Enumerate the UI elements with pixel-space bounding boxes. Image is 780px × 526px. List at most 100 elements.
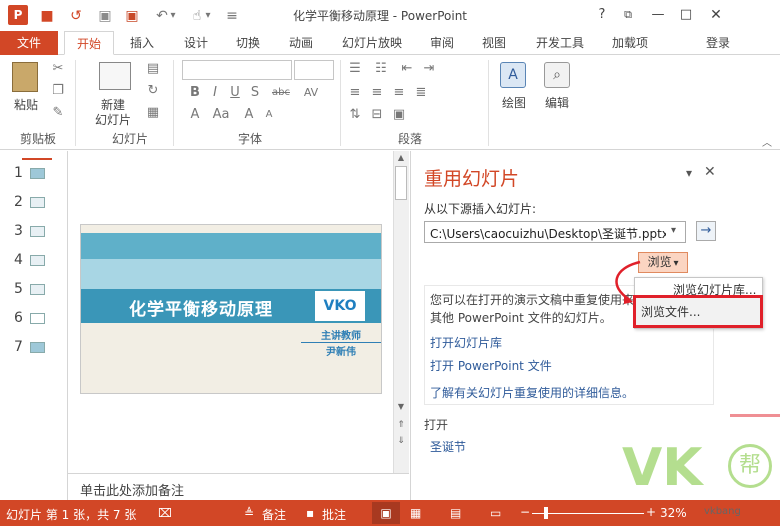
zoom-level[interactable]: 32% <box>660 506 687 520</box>
undo-dropdown-icon[interactable]: ▾ <box>168 6 178 26</box>
font-color-icon[interactable]: A <box>186 106 204 124</box>
presenter-name[interactable]: 尹新伟 <box>301 343 381 358</box>
start-slideshow-icon[interactable]: ▣ <box>95 6 115 26</box>
source-path-field[interactable]: C:\Users\caocuizhu\Desktop\圣诞节.pptx ▾ <box>424 221 686 243</box>
new-slide-icon[interactable] <box>99 62 131 90</box>
tab-developer[interactable]: 开发工具 <box>528 31 592 55</box>
tab-review[interactable]: 审阅 <box>422 31 462 55</box>
learn-more-link[interactable]: 了解有关幻灯片重复使用的详细信息。 <box>430 384 634 401</box>
next-slide-icon[interactable]: ⇓ <box>395 436 407 448</box>
char-spacing-icon[interactable]: AV <box>300 84 322 102</box>
align-text-icon[interactable]: ⊟ <box>368 106 386 124</box>
change-case-icon[interactable]: Aa <box>210 106 232 124</box>
paste-button[interactable]: 粘贴 <box>6 96 46 113</box>
format-painter-icon[interactable]: ✎ <box>49 104 67 122</box>
font-size-field[interactable] <box>294 60 334 80</box>
slideshow-icon[interactable]: ▭ <box>490 506 501 520</box>
slide-thumbnail[interactable] <box>30 313 45 324</box>
pane-close-icon[interactable]: ✕ <box>704 164 716 180</box>
comments-icon[interactable]: ▪ <box>306 506 314 520</box>
slide-sorter-icon[interactable]: ▦ <box>410 506 421 520</box>
scroll-up-icon[interactable]: ▲ <box>395 153 407 165</box>
numbering-icon[interactable]: ☷ <box>372 60 390 78</box>
drawing-button[interactable]: 绘图 <box>494 94 534 111</box>
notes-icon[interactable]: ≜ <box>244 506 254 520</box>
grow-font-icon[interactable]: A <box>240 106 258 124</box>
align-left-icon[interactable]: ≡ <box>346 84 364 102</box>
tab-slideshow[interactable]: 幻灯片放映 <box>337 31 407 55</box>
login-link[interactable]: 登录 <box>700 31 736 55</box>
zoom-in-icon[interactable]: + <box>646 505 656 519</box>
maximize-icon[interactable]: □ <box>674 4 698 26</box>
path-dropdown-icon[interactable]: ▾ <box>671 225 676 236</box>
justify-icon[interactable]: ≣ <box>412 84 430 102</box>
slide-thumbnail[interactable] <box>30 197 45 208</box>
shapes-icon[interactable]: A <box>500 62 526 88</box>
notes-button[interactable]: 备注 <box>262 506 286 523</box>
increase-indent-icon[interactable]: ⇥ <box>420 60 438 78</box>
bullets-icon[interactable]: ☰ <box>346 60 364 78</box>
slide-title[interactable]: 化学平衡移动原理 <box>91 295 311 320</box>
slide-thumbnail[interactable] <box>30 255 45 266</box>
go-arrow-icon[interactable]: → <box>696 221 716 241</box>
tab-design[interactable]: 设计 <box>176 31 216 55</box>
scrollbar-thumb[interactable] <box>395 166 407 200</box>
align-right-icon[interactable]: ≡ <box>390 84 408 102</box>
collapse-ribbon-icon[interactable]: ︿ <box>762 134 772 149</box>
strikethrough-icon[interactable]: abc <box>268 84 294 102</box>
zoom-slider[interactable] <box>532 513 644 514</box>
slide-thumbnail[interactable] <box>30 342 45 353</box>
normal-view-icon[interactable]: ▣ <box>372 502 400 524</box>
tab-insert[interactable]: 插入 <box>122 31 162 55</box>
scroll-down-icon[interactable]: ▼ <box>395 402 407 414</box>
presenter-label[interactable]: 主讲教师 <box>301 327 381 343</box>
editing-button[interactable]: 编辑 <box>537 94 577 111</box>
slide-thumbnail[interactable] <box>30 168 45 179</box>
shadow-icon[interactable]: S <box>246 84 264 102</box>
tab-animations[interactable]: 动画 <box>281 31 321 55</box>
touch-dropdown-icon[interactable]: ▾ <box>203 6 213 26</box>
cut-icon[interactable]: ✂ <box>49 60 67 78</box>
tab-view[interactable]: 视图 <box>474 31 514 55</box>
font-name-field[interactable] <box>182 60 292 80</box>
binoculars-icon[interactable]: ⌕ <box>544 62 570 88</box>
menu-item-browse-file-highlight[interactable]: 浏览文件... <box>633 295 763 328</box>
tab-addins[interactable]: 加载项 <box>602 31 658 55</box>
language-icon[interactable]: ⌧ <box>158 506 172 520</box>
save-icon[interactable]: ■ <box>37 6 57 26</box>
reading-view-icon[interactable]: ▤ <box>450 506 461 520</box>
recent-file-link[interactable]: 圣诞节 <box>430 438 466 455</box>
menu-item-browse-file[interactable]: 浏览文件... <box>641 303 700 320</box>
open-slide-library-link[interactable]: 打开幻灯片库 <box>430 334 502 351</box>
powerpoint-icon[interactable]: P <box>8 5 28 25</box>
ribbon-display-icon[interactable]: ⧉ <box>616 4 640 26</box>
previous-slide-icon[interactable]: ⇑ <box>395 420 407 432</box>
bold-icon[interactable]: B <box>186 84 204 102</box>
slide-thumbnail[interactable] <box>30 284 45 295</box>
decrease-indent-icon[interactable]: ⇤ <box>398 60 416 78</box>
notes-pane[interactable]: 单击此处添加备注 <box>68 473 409 500</box>
zoom-out-icon[interactable]: − <box>520 505 530 519</box>
slide-thumbnail[interactable] <box>30 226 45 237</box>
open-powerpoint-file-link[interactable]: 打开 PowerPoint 文件 <box>430 357 552 374</box>
italic-icon[interactable]: I <box>206 84 224 102</box>
autosave-icon[interactable]: ↺ <box>66 6 86 26</box>
tab-home[interactable]: 开始 <box>64 31 114 55</box>
present-icon[interactable]: ▣ <box>122 6 142 26</box>
comments-button[interactable]: 批注 <box>322 506 346 523</box>
section-icon[interactable]: ▦ <box>144 104 162 122</box>
paste-icon[interactable] <box>12 62 38 92</box>
notes-placeholder[interactable]: 单击此处添加备注 <box>80 480 184 499</box>
pane-options-icon[interactable]: ▾ <box>686 166 692 180</box>
customize-toolbar-icon[interactable]: ≡ <box>222 6 242 26</box>
shrink-font-icon[interactable]: A <box>260 106 278 124</box>
layout-icon[interactable]: ▤ <box>144 60 162 78</box>
help-icon[interactable]: ? <box>590 4 614 26</box>
copy-icon[interactable]: ❐ <box>49 82 67 100</box>
current-slide[interactable]: 化学平衡移动原理 VKO 主讲教师 尹新伟 <box>80 224 382 394</box>
underline-icon[interactable]: U <box>226 84 244 102</box>
zoom-slider-thumb[interactable] <box>544 507 548 519</box>
minimize-icon[interactable]: — <box>646 4 670 26</box>
text-direction-icon[interactable]: ⇅ <box>346 106 364 124</box>
tab-transitions[interactable]: 切换 <box>228 31 268 55</box>
